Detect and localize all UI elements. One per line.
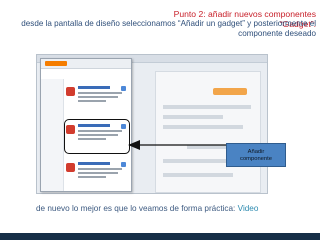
gadget-icon <box>66 87 75 96</box>
callout-line-1: Añadir <box>247 149 265 155</box>
dialog-header <box>41 59 131 69</box>
video-link[interactable]: Video <box>238 204 259 213</box>
highlight-box <box>64 119 130 154</box>
add-icon[interactable] <box>121 162 126 167</box>
slide-description: desde la pantalla de diseño seleccionamo… <box>2 19 316 39</box>
dialog-nav <box>41 79 64 191</box>
arrow-icon <box>128 140 228 150</box>
gadget-item-3[interactable] <box>66 159 128 189</box>
bottom-sentence: de nuevo lo mejor es que lo veamos de fo… <box>36 204 236 213</box>
bottom-text: de nuevo lo mejor es que lo veamos de fo… <box>36 204 258 213</box>
layout-row <box>163 173 233 177</box>
add-component-callout: Añadir componente <box>226 143 286 167</box>
gadget-item-1[interactable] <box>66 83 128 113</box>
layout-row <box>163 105 251 109</box>
blogger-icon <box>45 61 67 66</box>
description-line-1: desde la pantalla de diseño seleccionamo… <box>21 19 316 28</box>
save-button[interactable] <box>213 88 247 95</box>
add-icon[interactable] <box>121 86 126 91</box>
footer-bar <box>0 233 320 240</box>
layout-row <box>163 125 243 129</box>
description-line-2: componente deseado <box>238 29 316 38</box>
layout-row <box>163 115 223 119</box>
callout-line-2: componente <box>240 156 272 162</box>
gadget-icon <box>66 163 75 172</box>
